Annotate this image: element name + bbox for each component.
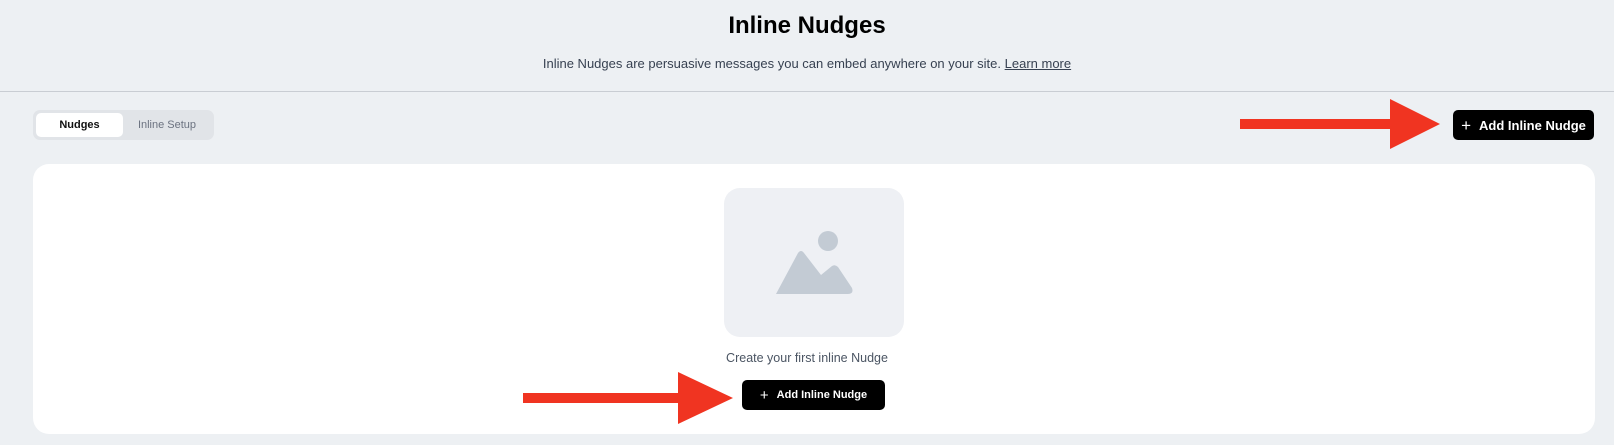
empty-state-message: Create your first inline Nudge	[726, 351, 888, 365]
tab-inline-setup[interactable]: Inline Setup	[123, 113, 211, 137]
plus-icon: +	[1461, 115, 1472, 135]
plus-icon: +	[759, 386, 769, 404]
arrow-right-icon	[1240, 99, 1440, 149]
page-subtitle: Inline Nudges are persuasive messages yo…	[0, 56, 1614, 71]
page-title: Inline Nudges	[728, 12, 886, 39]
image-placeholder-icon	[776, 231, 853, 294]
page-header: Inline Nudges Inline Nudges are persuasi…	[0, 0, 1614, 92]
empty-state-add-label: Add Inline Nudge	[776, 389, 868, 401]
arrow-right-icon	[523, 372, 733, 424]
tab-nudges[interactable]: Nudges	[36, 113, 123, 137]
empty-state-add-button[interactable]: + Add Inline Nudge	[742, 380, 885, 410]
add-inline-nudge-label: Add Inline Nudge	[1479, 117, 1586, 133]
tab-bar: Nudges Inline Setup	[33, 110, 214, 140]
add-inline-nudge-button[interactable]: + Add Inline Nudge	[1453, 110, 1594, 140]
learn-more-link[interactable]: Learn more	[1005, 56, 1071, 71]
subtitle-text: Inline Nudges are persuasive messages yo…	[542, 56, 1002, 71]
image-placeholder	[724, 188, 904, 337]
